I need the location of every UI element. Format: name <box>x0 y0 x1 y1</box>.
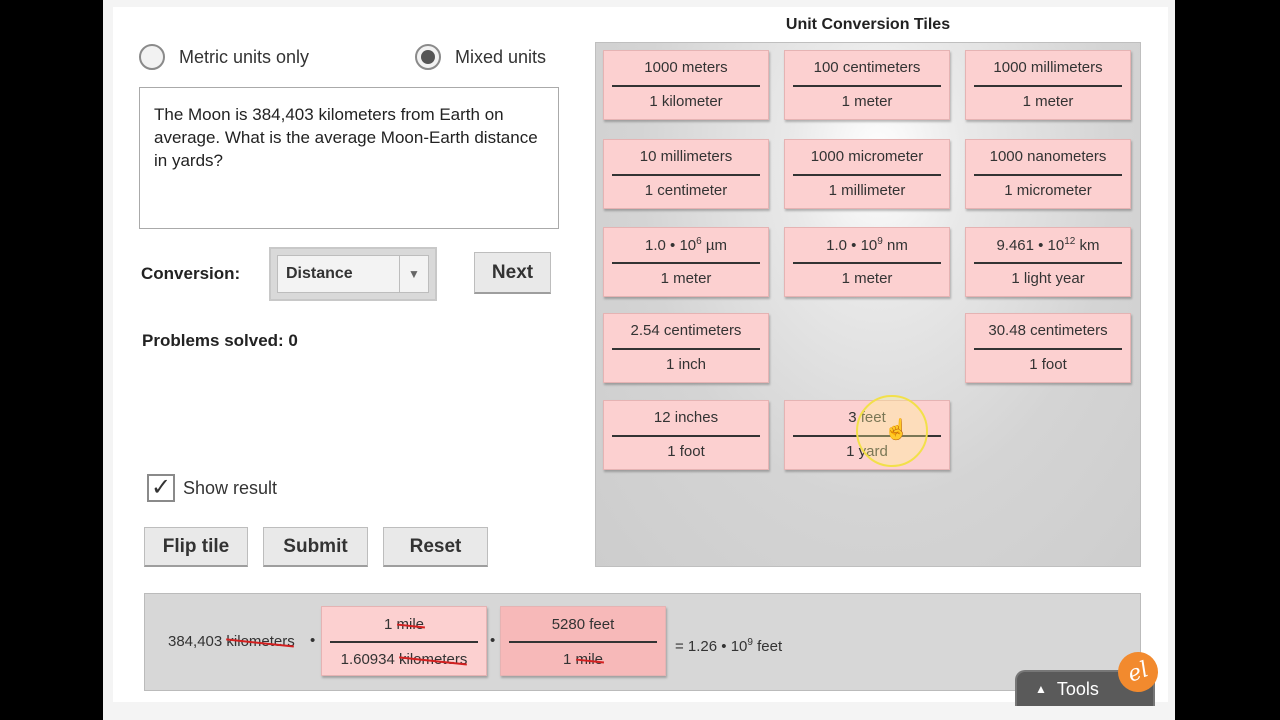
tile-meters-kilometer[interactable]: 1000 meters 1 kilometer <box>603 50 769 120</box>
tile-centimeters-inch[interactable]: 2.54 centimeters 1 inch <box>603 313 769 383</box>
tile-denominator: 1.60934 kilometers <box>340 651 468 668</box>
result-answer: = 1.26 • 109 feet <box>675 637 783 655</box>
tile-numerator: 1000 micrometer <box>810 148 924 165</box>
mixed-units-radio[interactable] <box>415 44 441 70</box>
metric-units-option[interactable]: Metric units only <box>139 42 309 72</box>
chevron-up-icon: ▲ <box>1035 682 1047 696</box>
submit-button[interactable]: Submit <box>263 527 368 567</box>
tile-denominator: 1 meter <box>841 270 893 287</box>
tile-numerator: 30.48 centimeters <box>988 322 1108 339</box>
tile-numerator: 1 mile <box>383 616 425 633</box>
conversion-selected-value: Distance <box>286 265 353 282</box>
tile-numerator: 5280 feet <box>551 616 615 633</box>
tile-km-light-year[interactable]: 9.461 • 1012 km 1 light year <box>965 227 1131 297</box>
show-result-label: Show result <box>183 477 278 498</box>
tile-denominator: 1 millimeter <box>828 182 906 199</box>
result-tile-mile-kilometers[interactable]: 1 mile 1.60934 kilometers <box>321 606 487 676</box>
tile-denominator: 1 micrometer <box>1004 182 1092 199</box>
chevron-down-icon[interactable]: ▼ <box>399 256 428 292</box>
result-start-unit: kilometers <box>226 633 295 650</box>
tile-denominator: 1 inch <box>665 356 707 373</box>
multiply-dot: • <box>490 632 496 649</box>
tile-denominator: 1 mile <box>562 651 604 668</box>
reset-button[interactable]: Reset <box>383 527 488 567</box>
show-result-checkbox[interactable]: ✓ <box>147 474 175 502</box>
tile-denominator: 1 foot <box>1029 356 1067 373</box>
conversion-select[interactable]: Distance ▼ <box>269 247 437 301</box>
tile-numerator: 100 centimeters <box>813 59 921 76</box>
flip-tile-button[interactable]: Flip tile <box>144 527 248 567</box>
tile-denominator: 1 light year <box>1011 270 1085 287</box>
multiply-dot: • <box>310 632 316 649</box>
tile-nanometers-micrometer[interactable]: 1000 nanometers 1 micrometer <box>965 139 1131 209</box>
tile-denominator: 1 meter <box>1022 93 1074 110</box>
result-tile-feet-mile[interactable]: 5280 feet 1 mile <box>500 606 666 676</box>
tile-numerator: 1.0 • 109 nm <box>826 236 908 254</box>
problems-solved: Problems solved: 0 <box>142 331 298 350</box>
tile-micrometers-meter[interactable]: 1.0 • 106 µm 1 meter <box>603 227 769 297</box>
show-result-option[interactable]: ✓ Show result <box>147 474 277 502</box>
result-start-value: 384,403 <box>168 633 223 650</box>
result-start: 384,403 kilometers <box>168 633 295 650</box>
mixed-units-label: Mixed units <box>455 46 547 67</box>
tile-denominator: 1 centimeter <box>644 182 728 199</box>
tile-numerator: 1000 nanometers <box>989 148 1107 165</box>
tile-nanometers-meter[interactable]: 1.0 • 109 nm 1 meter <box>784 227 950 297</box>
hand-cursor-icon: ☝ <box>884 419 909 441</box>
tile-numerator: 12 inches <box>653 409 719 426</box>
metric-units-radio[interactable] <box>139 44 165 70</box>
tile-numerator: 10 millimeters <box>639 148 733 165</box>
tile-centimeters-foot[interactable]: 30.48 centimeters 1 foot <box>965 313 1131 383</box>
tile-micrometer-millimeter[interactable]: 1000 micrometer 1 millimeter <box>784 139 950 209</box>
tile-millimeters-meter[interactable]: 1000 millimeters 1 meter <box>965 50 1131 120</box>
tile-numerator: 9.461 • 1012 km <box>996 236 1100 254</box>
tile-numerator: 2.54 centimeters <box>630 322 742 339</box>
tile-denominator: 1 kilometer <box>649 93 723 110</box>
tile-denominator: 1 foot <box>667 443 705 460</box>
tiles-title: Unit Conversion Tiles <box>785 16 951 33</box>
tile-numerator: 1.0 • 106 µm <box>645 236 727 254</box>
tile-numerator: 1000 millimeters <box>993 59 1103 76</box>
tile-inches-foot[interactable]: 12 inches 1 foot <box>603 400 769 470</box>
tiles-area <box>595 42 1141 567</box>
conversion-label: Conversion: <box>141 264 241 283</box>
tile-numerator: 1000 meters <box>644 59 728 76</box>
mixed-units-option[interactable]: Mixed units <box>415 42 546 72</box>
question-box: The Moon is 384,403 kilometers from Eart… <box>139 87 559 229</box>
tile-denominator: 1 meter <box>841 93 893 110</box>
tools-label: Tools <box>1056 678 1099 699</box>
tile-millimeters-centimeter[interactable]: 10 millimeters 1 centimeter <box>603 139 769 209</box>
next-button[interactable]: Next <box>474 252 551 294</box>
tile-denominator: 1 meter <box>660 270 712 287</box>
tile-centimeters-meter[interactable]: 100 centimeters 1 meter <box>784 50 950 120</box>
metric-units-label: Metric units only <box>179 46 310 67</box>
